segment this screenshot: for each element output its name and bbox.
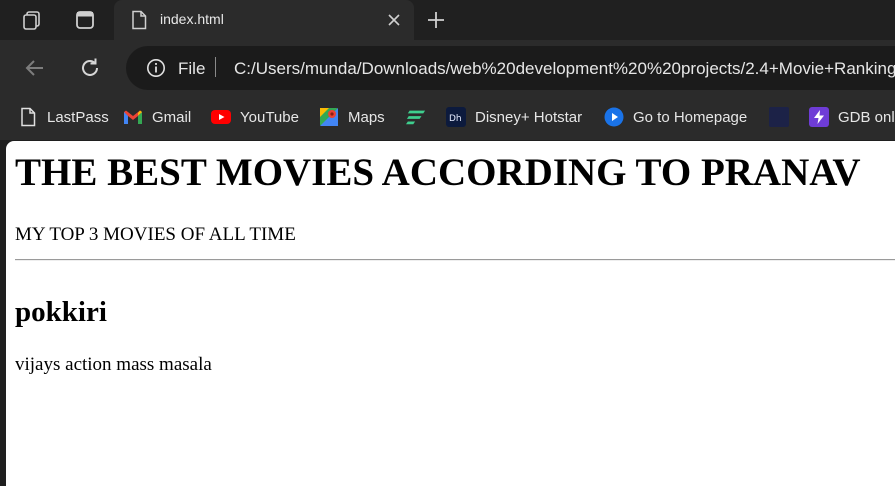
dark-square-icon: [769, 107, 789, 127]
bookmark-gdb-online[interactable]: GDB online: [809, 106, 895, 128]
bookmark-youtube[interactable]: YouTube: [211, 106, 299, 128]
bookmark-stripes[interactable]: [406, 106, 435, 128]
page-subtitle: MY TOP 3 MOVIES OF ALL TIME: [15, 224, 296, 245]
hotstar-icon: Dh: [446, 107, 466, 127]
tab-actions-icon[interactable]: [73, 8, 97, 32]
scheme-label: File: [178, 59, 206, 78]
bookmark-maps[interactable]: Maps: [319, 106, 385, 128]
divider: [15, 259, 895, 261]
tab-title: index.html: [160, 11, 224, 27]
bookmark-go-to-homepage[interactable]: Go to Homepage: [604, 106, 747, 128]
bookmark-label: Gmail: [152, 108, 192, 126]
address-bar[interactable]: File C:/Users/munda/Downloads/web%20deve…: [126, 46, 895, 90]
tab-strip: index.html: [0, 0, 895, 40]
bookmark-label: Maps: [348, 108, 385, 126]
close-tab-icon[interactable]: [384, 10, 404, 30]
bookmark-label: Go to Homepage: [633, 108, 748, 126]
bookmark-disney-hotstar[interactable]: Dh Disney+ Hotstar: [446, 106, 582, 128]
stripes-icon: [406, 107, 426, 127]
svg-text:Dh: Dh: [449, 114, 462, 124]
bookmark-dark-square[interactable]: [769, 106, 798, 128]
document-icon: [130, 10, 148, 35]
gmail-icon: [123, 107, 143, 127]
youtube-icon: [211, 107, 231, 127]
refresh-icon[interactable]: [76, 54, 104, 82]
play-circle-icon: [604, 107, 624, 127]
page-title: THE BEST MOVIES ACCORDING TO PRANAV: [15, 151, 861, 194]
bolt-icon: [809, 107, 829, 127]
info-icon[interactable]: [146, 58, 166, 83]
address-separator: [215, 57, 216, 77]
bookmark-label: YouTube: [240, 108, 299, 126]
bookmark-lastpass[interactable]: LastPass: [18, 106, 109, 128]
page-viewport: THE BEST MOVIES ACCORDING TO PRANAV MY T…: [6, 141, 895, 486]
bookmark-label: LastPass: [47, 108, 109, 126]
url-text[interactable]: C:/Users/munda/Downloads/web%20developme…: [234, 59, 895, 79]
tab-index-html[interactable]: index.html: [114, 0, 414, 40]
bookmark-gmail[interactable]: Gmail: [123, 106, 191, 128]
back-icon[interactable]: [21, 54, 49, 82]
bookmark-label: GDB online: [838, 108, 895, 126]
workspaces-icon[interactable]: [20, 8, 44, 32]
maps-icon: [319, 107, 339, 127]
bookmarks-bar: LastPass Gmail YouTube Maps Dh Disney+ H…: [0, 96, 895, 140]
document-icon: [18, 107, 38, 127]
navigation-toolbar: File C:/Users/munda/Downloads/web%20deve…: [0, 40, 895, 96]
movie-description: vijays action mass masala: [15, 354, 212, 375]
movie-title: pokkiri: [15, 296, 107, 328]
bookmark-label: Disney+ Hotstar: [475, 108, 583, 126]
new-tab-icon[interactable]: [424, 8, 448, 32]
